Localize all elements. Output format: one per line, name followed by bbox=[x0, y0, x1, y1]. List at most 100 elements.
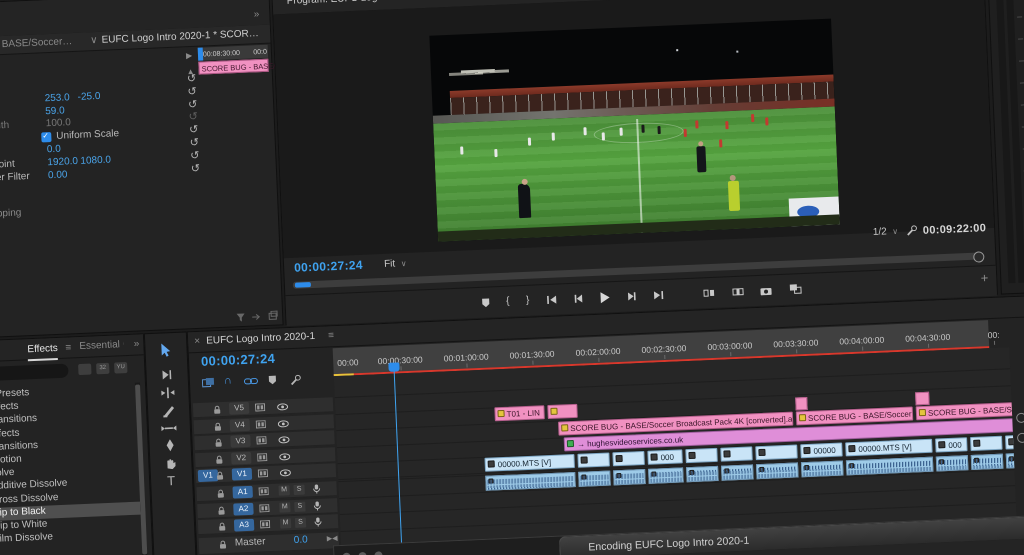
ripple-edit-tool[interactable] bbox=[160, 387, 175, 399]
clip-a1-9[interactable] bbox=[936, 455, 969, 471]
clip-v1-7[interactable]: 00000 bbox=[800, 442, 843, 458]
playback-resolution-select[interactable]: 1/2 ∨ bbox=[873, 226, 899, 239]
program-current-timecode[interactable]: 00:00:27:24 bbox=[294, 259, 363, 274]
panel-menu-icon[interactable]: ≡ bbox=[448, 0, 454, 1]
effects-search-input[interactable] bbox=[0, 364, 69, 381]
track-target-a3[interactable]: A3 bbox=[234, 519, 254, 532]
button-editor-plus[interactable]: + bbox=[980, 272, 988, 284]
effect-value-1[interactable]: 59.0 bbox=[45, 105, 65, 118]
clip-a1-1[interactable] bbox=[578, 470, 611, 486]
clip-v1-2[interactable] bbox=[612, 450, 645, 465]
clip-v4-stub-0[interactable] bbox=[795, 397, 808, 411]
track-target-v2[interactable]: V2 bbox=[231, 451, 251, 464]
clip-v3-2[interactable]: SCORE BUG - BASE/Soccer Broadcast Pack 4… bbox=[916, 396, 1020, 420]
uniform-scale-checkbox[interactable]: ✓ bbox=[41, 132, 51, 142]
mute-button[interactable]: M bbox=[280, 518, 291, 528]
voiceover-record-icon[interactable] bbox=[314, 517, 322, 527]
32bit-effects-badge[interactable]: 32 bbox=[96, 363, 109, 375]
track-target-v5[interactable]: V5 bbox=[229, 402, 249, 415]
lift-icon[interactable] bbox=[703, 288, 715, 299]
toggle-track-output-icon[interactable] bbox=[280, 469, 291, 476]
track-target-v4[interactable]: V4 bbox=[230, 418, 250, 431]
seek-handle[interactable] bbox=[973, 251, 984, 262]
program-tab[interactable]: Program: EUFC Logo Intro 2020-1 bbox=[287, 0, 440, 8]
pen-tool[interactable] bbox=[164, 439, 176, 452]
sync-lock-icon[interactable] bbox=[260, 520, 270, 528]
step-forward-icon[interactable] bbox=[627, 291, 637, 301]
voiceover-record-icon[interactable] bbox=[313, 500, 321, 510]
zoom-level-select[interactable]: Fit ∨ bbox=[384, 258, 407, 271]
reset-parameter-icon[interactable]: ↺ bbox=[188, 112, 198, 123]
effect-value-1[interactable]: 0.0 bbox=[47, 144, 61, 157]
toggle-track-output-icon[interactable] bbox=[278, 420, 289, 427]
clip-v1-6[interactable] bbox=[755, 444, 798, 460]
slip-tool[interactable] bbox=[161, 423, 177, 434]
mark-out-icon[interactable]: } bbox=[526, 295, 530, 306]
selection-tool[interactable] bbox=[159, 343, 173, 358]
clip-v4-stub-1[interactable] bbox=[915, 392, 930, 406]
comparison-view-icon[interactable] bbox=[788, 283, 801, 295]
filter-funnel-icon[interactable] bbox=[236, 313, 245, 322]
solo-button[interactable]: S bbox=[295, 518, 306, 528]
track-lock-icon[interactable] bbox=[214, 422, 222, 431]
effect-value-2[interactable]: 1080.0 bbox=[80, 154, 111, 167]
sync-lock-icon[interactable] bbox=[257, 453, 267, 461]
sync-lock-icon[interactable] bbox=[259, 487, 269, 495]
reset-parameter-icon[interactable]: ↺ bbox=[189, 125, 199, 136]
video-frame[interactable] bbox=[429, 19, 839, 242]
clip-v1-1[interactable] bbox=[577, 452, 610, 467]
sync-lock-icon[interactable] bbox=[258, 469, 268, 477]
type-tool[interactable]: T bbox=[162, 473, 181, 489]
sync-lock-icon[interactable] bbox=[256, 436, 266, 444]
export-frame-camera-icon[interactable] bbox=[760, 285, 772, 296]
track-lock-icon[interactable] bbox=[215, 454, 223, 463]
effect-value-1[interactable]: 100.0 bbox=[46, 118, 72, 131]
reset-parameter-icon[interactable]: ↺ bbox=[187, 87, 197, 98]
reset-parameter-icon[interactable]: ↺ bbox=[190, 151, 200, 162]
sync-lock-icon[interactable] bbox=[255, 403, 265, 411]
effect-label[interactable]: Anti-flicker Filter bbox=[0, 171, 30, 186]
effect-value-1[interactable]: 0.00 bbox=[48, 169, 68, 182]
yuv-effects-badge[interactable]: YU bbox=[114, 362, 127, 374]
clip-v1-3[interactable]: 000 bbox=[647, 449, 683, 464]
go-to-in-icon[interactable] bbox=[546, 294, 557, 304]
mute-button[interactable]: M bbox=[279, 502, 290, 512]
vertical-scroll-knob-bottom[interactable] bbox=[1017, 433, 1024, 443]
effects-overflow-chevron[interactable]: » bbox=[133, 338, 139, 350]
effect-value-1[interactable]: 253.0 bbox=[44, 92, 70, 105]
settings-wrench-icon[interactable] bbox=[906, 224, 919, 237]
tab-effects[interactable]: Effects bbox=[27, 343, 58, 361]
clip-v4-0[interactable]: T01 - LIN bbox=[494, 405, 545, 421]
clip-a1-3[interactable] bbox=[648, 467, 684, 483]
clip-a1-4[interactable] bbox=[686, 465, 719, 481]
keyframe-nav-icon[interactable]: ▶◀ bbox=[327, 533, 338, 545]
effect-value-1[interactable]: 1920.0 bbox=[47, 156, 78, 169]
mark-in-icon[interactable]: { bbox=[506, 296, 510, 307]
clip-a1-5[interactable] bbox=[721, 464, 754, 480]
track-lock-icon[interactable] bbox=[219, 540, 227, 549]
track-lock-icon[interactable] bbox=[213, 405, 221, 414]
step-back-icon[interactable] bbox=[573, 293, 583, 303]
reset-parameter-icon[interactable]: ↺ bbox=[188, 99, 198, 110]
reset-parameter-icon[interactable]: ↺ bbox=[191, 163, 201, 174]
track-lock-icon[interactable] bbox=[217, 489, 225, 498]
go-to-out-icon[interactable] bbox=[653, 290, 664, 300]
track-lock-icon[interactable] bbox=[214, 438, 222, 447]
window-zoom-button[interactable] bbox=[374, 551, 382, 555]
toggle-track-output-icon[interactable] bbox=[279, 453, 290, 460]
clip-v1-4[interactable] bbox=[685, 447, 718, 462]
toggle-track-output-icon[interactable] bbox=[278, 436, 289, 443]
effect-value-2[interactable]: -25.0 bbox=[77, 91, 100, 104]
extract-icon[interactable] bbox=[732, 286, 744, 297]
razor-tool[interactable] bbox=[162, 405, 176, 418]
track-lock-icon[interactable] bbox=[216, 471, 224, 480]
add-marker-icon[interactable] bbox=[481, 297, 490, 307]
reset-parameter-icon[interactable]: ↺ bbox=[190, 138, 200, 149]
clip-v4-1[interactable] bbox=[547, 404, 578, 419]
track-target-a2[interactable]: A2 bbox=[233, 502, 253, 515]
clip-a1-6[interactable] bbox=[756, 462, 799, 479]
track-select-forward-tool[interactable] bbox=[159, 369, 174, 381]
clip-v1-10[interactable] bbox=[970, 435, 1003, 450]
voiceover-record-icon[interactable] bbox=[312, 484, 320, 494]
clip-v1-5[interactable] bbox=[720, 446, 753, 461]
